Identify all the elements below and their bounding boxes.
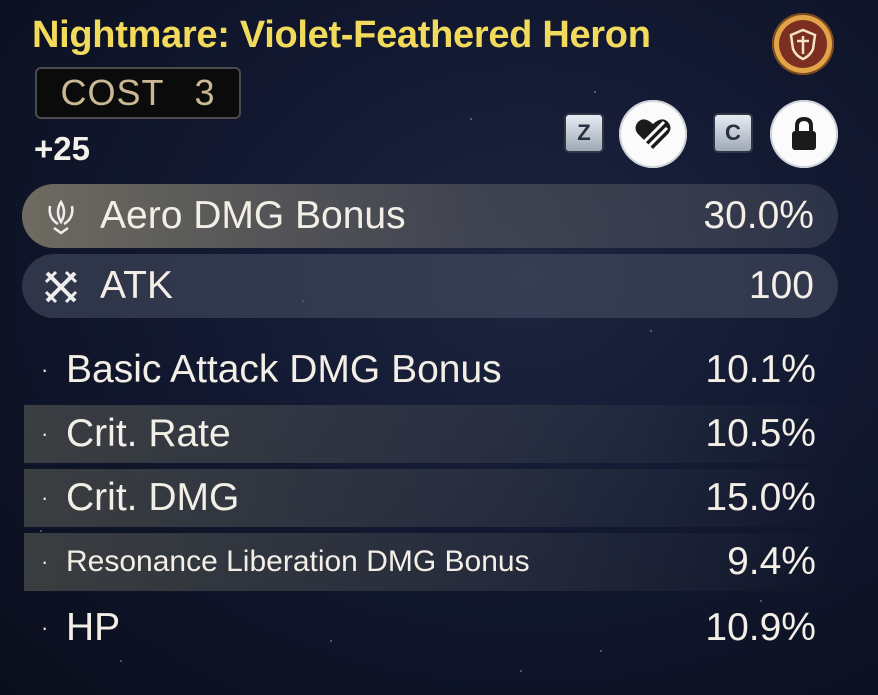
aero-element-icon	[48, 199, 74, 235]
discard-hotkey: Z	[564, 113, 604, 153]
main-stat-row: Aero DMG Bonus 30.0%	[22, 184, 838, 248]
sub-stat-label: HP	[66, 606, 121, 649]
faction-shield-icon	[779, 20, 827, 68]
sub-stat-row: · Basic Attack DMG Bonus 10.1%	[24, 341, 838, 399]
faction-emblem	[772, 13, 834, 75]
sub-stat-value: 15.0%	[705, 476, 816, 519]
discard-button[interactable]	[619, 100, 687, 168]
lock-icon	[792, 116, 816, 150]
sub-stat-row: · HP 10.9%	[24, 599, 838, 657]
secondary-stat-label: ATK	[100, 264, 173, 307]
main-stat-label: Aero DMG Bonus	[100, 194, 406, 237]
sub-stat-label: Crit. DMG	[66, 476, 240, 519]
cost-badge: COST 3	[35, 67, 241, 119]
echo-level: +25	[34, 130, 90, 167]
secondary-stat-value: 100	[748, 264, 814, 307]
sub-stat-label: Resonance Liberation DMG Bonus	[66, 545, 530, 578]
sub-stat-bullet: ·	[41, 421, 49, 446]
crossed-swords-icon	[44, 270, 78, 304]
sub-stat-bullet: ·	[41, 485, 49, 510]
sub-stat-value: 9.4%	[727, 540, 816, 583]
lock-hotkey: C	[713, 113, 753, 153]
secondary-stat-row: ATK 100	[22, 254, 838, 318]
sub-stat-bullet: ·	[41, 357, 49, 382]
sub-stat-value: 10.5%	[705, 412, 816, 455]
cost-value: 3	[194, 72, 216, 113]
main-stat-value: 30.0%	[703, 194, 814, 237]
cost-label: COST	[60, 72, 165, 113]
sub-stat-label: Basic Attack DMG Bonus	[66, 348, 502, 391]
lock-button[interactable]	[770, 100, 838, 168]
sub-stat-label: Crit. Rate	[66, 412, 231, 455]
heart-slash-icon	[635, 119, 671, 149]
sub-stat-value: 10.9%	[705, 606, 816, 649]
sub-stat-bullet: ·	[41, 549, 49, 574]
echo-name: Nightmare: Violet-Feathered Heron	[32, 14, 651, 56]
sub-stat-bullet: ·	[41, 615, 49, 640]
sub-stat-value: 10.1%	[705, 348, 816, 391]
sub-stat-row: · Crit. Rate 10.5%	[24, 405, 838, 463]
sub-stat-row: · Crit. DMG 15.0%	[24, 469, 838, 527]
sub-stat-row: · Resonance Liberation DMG Bonus 9.4%	[24, 533, 838, 591]
